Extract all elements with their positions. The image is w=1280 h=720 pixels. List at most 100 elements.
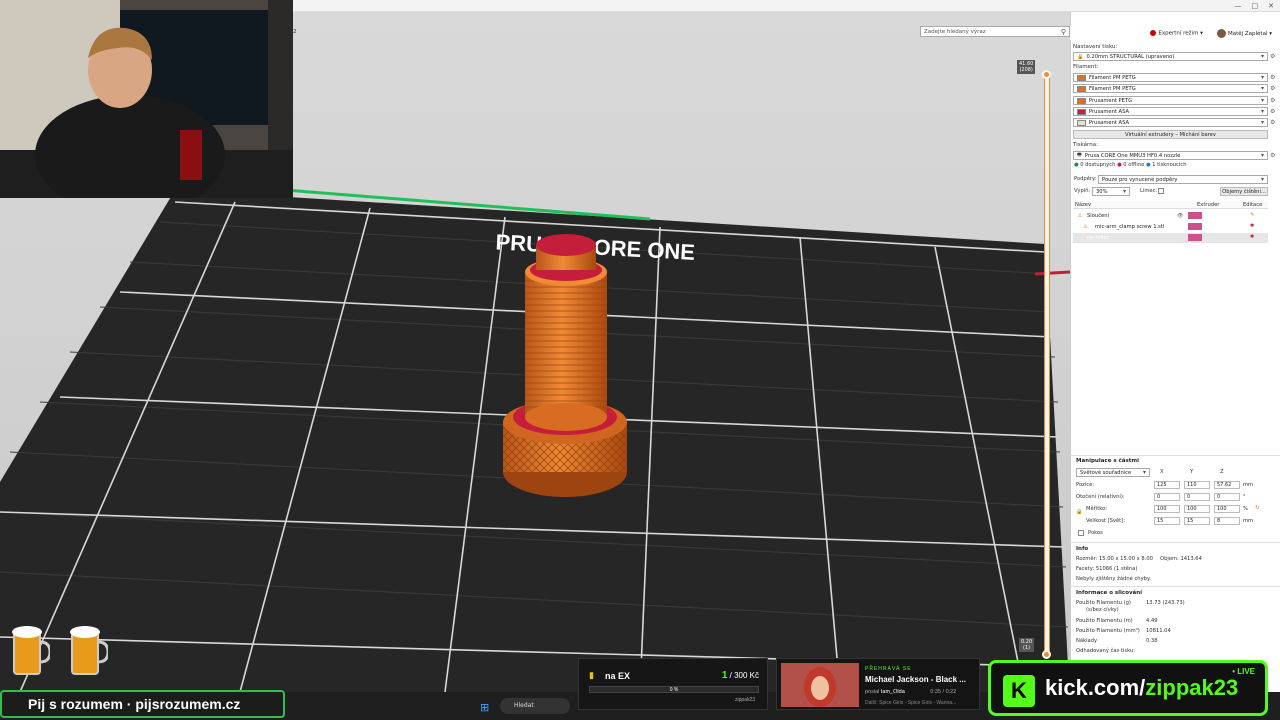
info-title: Info: [1076, 546, 1089, 552]
filament-m-label: Použito Filamentu (m): [1076, 618, 1133, 624]
supports-select[interactable]: Pouze pro vynucené podpěry ▾: [1098, 175, 1268, 184]
expert-mode-toggle[interactable]: Expertní režim ▾: [1150, 29, 1203, 36]
warning-icon: ⚠: [1083, 224, 1088, 230]
brim-label: Límec:: [1140, 188, 1158, 194]
gear-icon[interactable]: ⚙: [1270, 85, 1275, 92]
filament-color-swatch: [1077, 108, 1086, 115]
close-icon[interactable]: ✕: [1268, 2, 1274, 10]
size-unit: mm: [1243, 518, 1254, 524]
album-art: [781, 663, 859, 707]
divider: [1070, 542, 1280, 543]
extruder-chip[interactable]: [1188, 212, 1202, 219]
slice-info-title: Informace o slicování: [1076, 590, 1143, 596]
layer-slider[interactable]: [1044, 70, 1050, 658]
size-y-field[interactable]: 15: [1184, 517, 1210, 525]
settings-icon[interactable]: ✱: [1250, 234, 1254, 240]
size-x-field[interactable]: 15: [1154, 517, 1180, 525]
settings-icon[interactable]: ✱: [1250, 223, 1254, 229]
layer-slider-bottom-handle[interactable]: [1042, 650, 1051, 659]
coordinate-system-select[interactable]: Světové souřadnice ▾: [1076, 468, 1150, 477]
position-x-field[interactable]: 125: [1154, 481, 1180, 489]
printer-label: Tiskárna:: [1073, 142, 1098, 148]
gear-icon[interactable]: ⚙: [1270, 108, 1275, 115]
live-badge: • LIVE: [1232, 667, 1255, 676]
axis-y-label: Y: [1190, 469, 1194, 475]
sponsor-text: Pij s rozumem · pijsrozumem.cz: [28, 696, 241, 712]
info-volume: Objem: 1413.64: [1160, 556, 1202, 562]
axis-z-label: Z: [1220, 469, 1224, 475]
filament-select-5[interactable]: Prusament ASA ▾: [1073, 118, 1268, 127]
filament-select-1[interactable]: Filament PM PETG ▾: [1073, 73, 1268, 82]
info-errors: Nebyly zjištěny žádné chyby.: [1076, 576, 1151, 582]
goal-by: zippak23: [734, 697, 755, 703]
chevron-down-icon: ▾: [1142, 469, 1146, 476]
chevron-down-icon: ▾: [1260, 119, 1264, 126]
layer-top-label: 41.60 (208): [1017, 60, 1036, 74]
list-item-selected[interactable]: ne-roller: [1073, 233, 1268, 243]
kick-channel-banner: K kick.com/zippak23 • LIVE: [988, 660, 1268, 716]
filament-color-swatch: [1077, 85, 1086, 92]
chevron-down-icon: ▾: [1260, 85, 1264, 92]
virtual-extruders-button[interactable]: Virtuální extrudery – Míchání barev: [1073, 130, 1268, 139]
user-menu[interactable]: Matěj Zaplétal ▾: [1216, 28, 1272, 38]
printer-select[interactable]: 🖶 Prusa CORE One MMU3 HF0.4 nozzle ▾: [1073, 151, 1268, 160]
edit-icon[interactable]: ✎: [1250, 212, 1254, 218]
chevron-down-icon: ▾: [1260, 176, 1264, 183]
posted-by: posial Iam_Olda 0:35 / 0:22: [865, 689, 957, 695]
filament-label: Filament:: [1073, 64, 1099, 70]
extruder-chip[interactable]: [1188, 223, 1202, 230]
gear-icon[interactable]: ⚙: [1270, 74, 1275, 81]
donation-goal-widget: ▮ na EX 1 / 300 Kč 0 % zippak23: [578, 658, 768, 710]
list-item[interactable]: ⚠ mic-arm_clamp screw 1.stl: [1073, 222, 1268, 232]
chevron-down-icon: ▾: [1260, 97, 1264, 104]
purge-volumes-button[interactable]: Objemy čištění...: [1220, 187, 1268, 196]
taskbar-search[interactable]: Hledat: [500, 698, 570, 714]
gear-icon[interactable]: ⚙: [1270, 119, 1275, 126]
divider: [1070, 586, 1280, 587]
print-settings-label: Nastavení tisku:: [1073, 44, 1118, 50]
layer-slider-top-handle[interactable]: [1042, 70, 1051, 79]
layer-top-index: (208): [1019, 67, 1033, 73]
rotation-y-field[interactable]: 0: [1184, 493, 1210, 501]
divider: [1070, 455, 1280, 456]
webcam-overlay: [0, 0, 293, 198]
gear-icon[interactable]: ⚙: [1270, 97, 1275, 104]
infill-select[interactable]: 30% ▾: [1092, 187, 1130, 196]
position-label: Pozice:: [1076, 482, 1095, 488]
printer-status-line: ● 0 dostupných ● 0 offline ● 1 tisknoucí…: [1074, 162, 1187, 168]
window-controls: — □ ✕: [1235, 0, 1275, 12]
windows-start-icon[interactable]: ⊞: [480, 701, 489, 714]
drop-checkbox[interactable]: [1078, 530, 1084, 536]
position-z-field[interactable]: 57.62: [1214, 481, 1240, 489]
print-settings-select[interactable]: 🔒 0.20mm STRUCTURAL (upraveno) ▾: [1073, 52, 1268, 61]
chevron-down-icon: ▾: [1260, 74, 1264, 81]
infill-label: Výplň:: [1074, 188, 1091, 194]
scale-x-field[interactable]: 100: [1154, 505, 1180, 513]
maximize-icon[interactable]: □: [1252, 2, 1259, 10]
filament-g-label: Použito Filamentu (g): [1076, 600, 1131, 606]
minimize-icon[interactable]: —: [1235, 2, 1242, 10]
filament-select-2[interactable]: Filament PM PETG ▾: [1073, 84, 1268, 93]
gear-icon[interactable]: ⚙: [1270, 53, 1275, 60]
scale-y-field[interactable]: 100: [1184, 505, 1210, 513]
chevron-down-icon: ▾: [1260, 152, 1264, 159]
filament-select-4[interactable]: Prusament ASA ▾: [1073, 107, 1268, 116]
search-input[interactable]: Zadejte hledaný výraz ⚲: [920, 26, 1070, 37]
webcam-image: [0, 0, 293, 198]
gear-icon[interactable]: ⚙: [1270, 152, 1275, 159]
rotation-z-field[interactable]: 0: [1214, 493, 1240, 501]
rotation-unit: °: [1243, 494, 1246, 500]
extruder-chip[interactable]: [1188, 234, 1202, 241]
rotation-x-field[interactable]: 0: [1154, 493, 1180, 501]
search-icon: ⚲: [1060, 27, 1066, 36]
size-z-field[interactable]: 8: [1214, 517, 1240, 525]
list-item[interactable]: ⚠ Sloučení 👁: [1073, 211, 1268, 221]
printer-icon: 🖶: [1077, 152, 1082, 158]
search-placeholder: Zadejte hledaný výraz: [924, 28, 986, 35]
scale-z-field[interactable]: 100: [1214, 505, 1240, 513]
position-y-field[interactable]: 110: [1184, 481, 1210, 489]
brim-checkbox[interactable]: [1158, 188, 1164, 194]
reset-icon[interactable]: ↻: [1255, 505, 1259, 511]
filament-select-3[interactable]: Prusament PETG ▾: [1073, 96, 1268, 105]
lock-icon[interactable]: 🔒: [1076, 509, 1082, 515]
